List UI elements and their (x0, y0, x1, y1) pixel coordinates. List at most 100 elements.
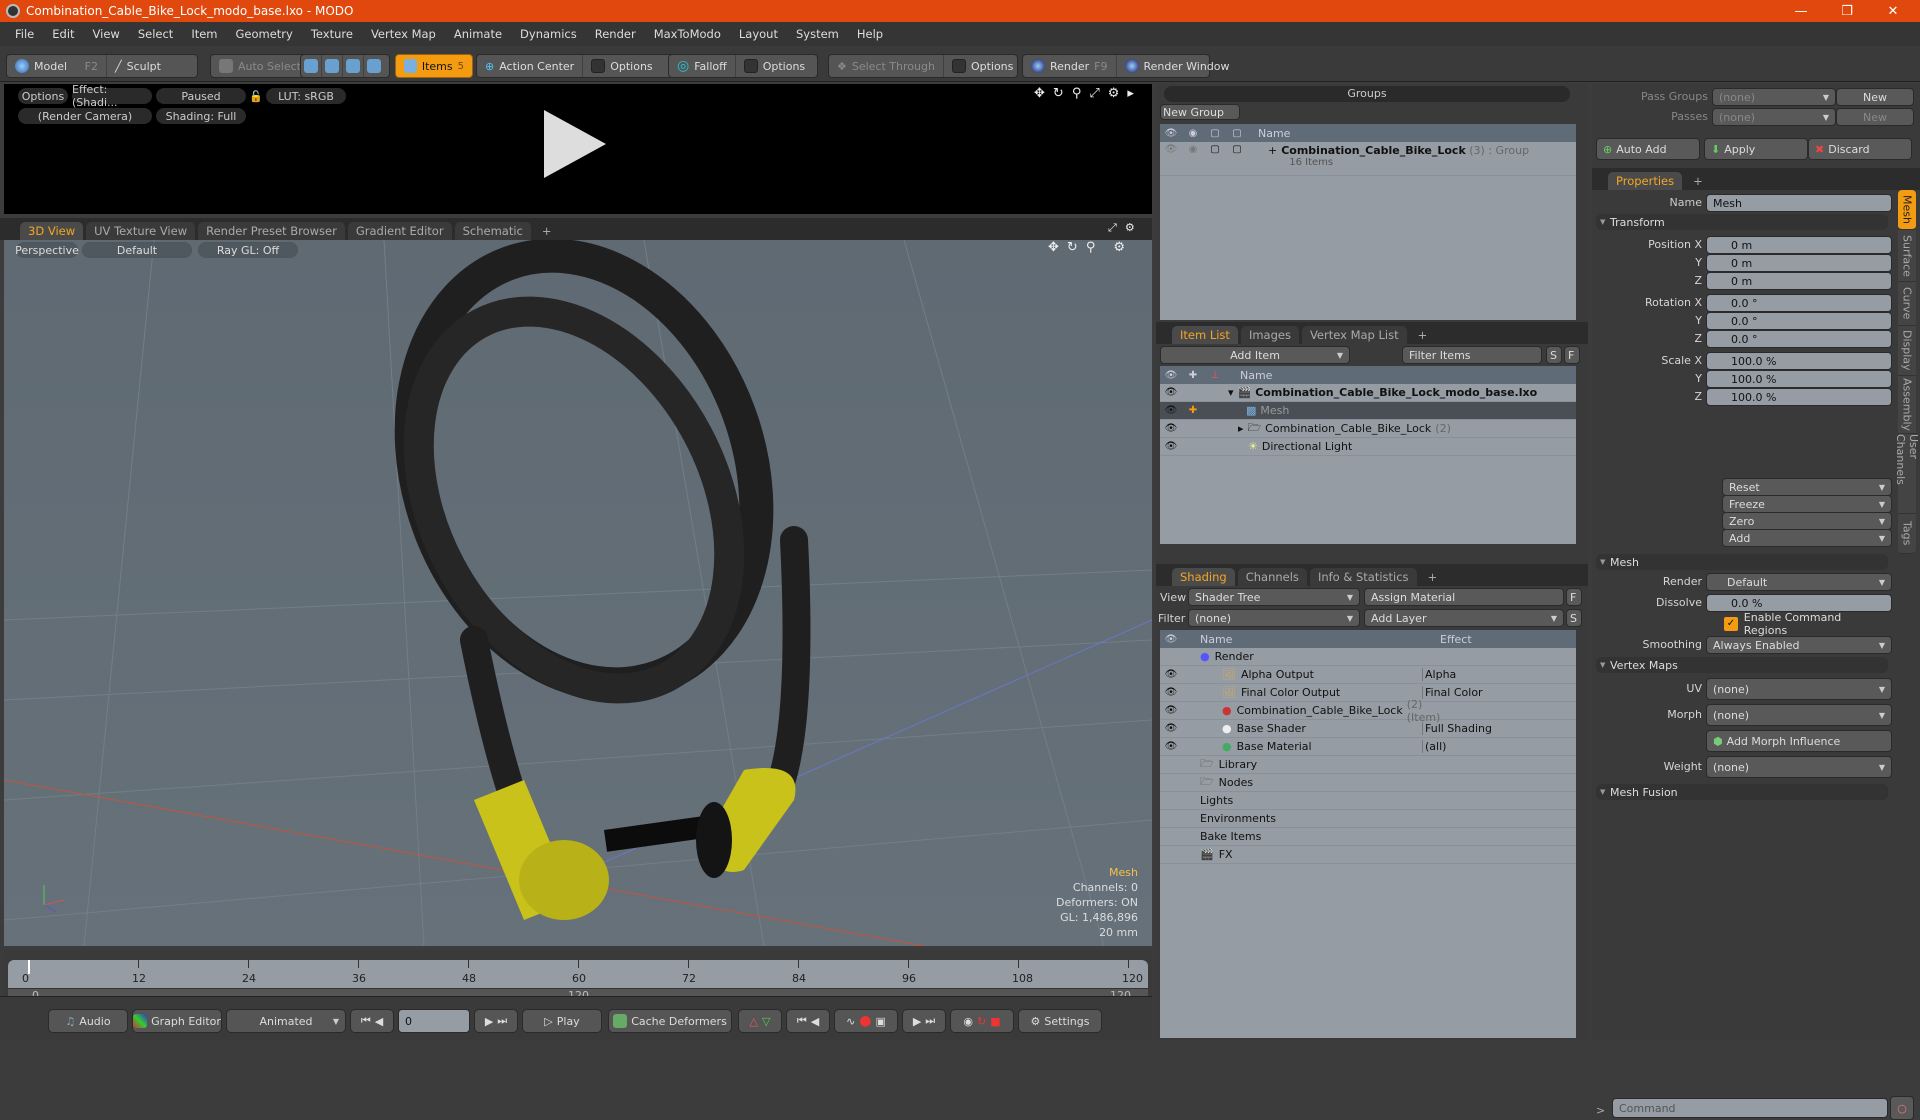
visibility-icon[interactable]: 👁 (1160, 423, 1182, 434)
position-y-input[interactable]: 0 m (1706, 254, 1892, 272)
discard-button[interactable]: ✖ Discard (1808, 138, 1912, 160)
frame-input[interactable]: 0 (398, 1009, 470, 1033)
key-down-icon[interactable]: ▽ (762, 1015, 770, 1028)
visibility-icon[interactable]: 👁 (1160, 669, 1182, 680)
restore-button[interactable]: ❐ (1824, 0, 1870, 22)
enable-command-regions-checkbox[interactable]: ✓ Enable Command Regions (1706, 611, 1892, 637)
expand-icon[interactable]: + (1268, 144, 1277, 157)
add-dropdown[interactable]: Add (1722, 529, 1892, 547)
rotate-icon[interactable]: ↻ (1053, 86, 1064, 101)
item-row[interactable]: 👁 ▾ 🎬 Combination_Cable_Bike_Lock_modo_base… (1160, 384, 1576, 402)
lut-dropdown[interactable]: LUT: sRGB (266, 88, 346, 104)
item-row-selected[interactable]: 👁 ✚ ▩ Mesh (1160, 402, 1576, 420)
visibility-icon[interactable]: 👁 (1160, 741, 1182, 752)
effect-dropdown[interactable]: Alpha (1422, 668, 1576, 681)
filter-dropdown[interactable]: (none) (1188, 609, 1360, 627)
key-up-icon[interactable]: △ (750, 1015, 758, 1028)
graph-editor-button[interactable]: Graph Editor (132, 1009, 222, 1033)
raygl-dropdown[interactable]: Ray GL: Off (198, 242, 298, 258)
side-tab-assembly[interactable]: Assembly (1898, 376, 1916, 434)
render-toggle-icon[interactable]: ◉ (1182, 144, 1204, 155)
rotate-icon[interactable]: ↻ (1067, 240, 1078, 255)
action-center-button[interactable]: ⊕ Action Center (477, 55, 584, 77)
visibility-icon[interactable]: 👁 (1160, 723, 1182, 734)
auto-key-icon[interactable]: ▣ (876, 1015, 886, 1028)
f-button[interactable]: F (1564, 346, 1580, 364)
menu-view[interactable]: View (84, 27, 129, 41)
shader-row[interactable]: 👁 ● Base Material (all) (1160, 738, 1576, 756)
minimize-button[interactable]: — (1778, 0, 1824, 22)
maximize-icon[interactable]: ⤢ (1089, 86, 1099, 101)
prev-key-icon[interactable]: ◀ (811, 1015, 819, 1028)
expand-arrow-icon[interactable]: ▸ (1127, 86, 1134, 101)
reset-dropdown[interactable]: Reset (1722, 478, 1892, 496)
preview-paused-button[interactable]: Paused (156, 88, 246, 104)
cache-deformers-button[interactable]: Cache Deformers (608, 1009, 732, 1033)
render-window-button[interactable]: Render Window (1117, 55, 1238, 77)
menu-vertex-map[interactable]: Vertex Map (362, 27, 445, 41)
tab-properties[interactable]: Properties (1608, 172, 1683, 190)
projection-dropdown[interactable]: Perspective (15, 242, 79, 258)
next-key-buttons[interactable]: ▶ ⏭ (902, 1009, 946, 1033)
rotation-z-input[interactable]: 0.0 ° (1706, 330, 1892, 348)
freeze-dropdown[interactable]: Freeze (1722, 495, 1892, 513)
last-key-icon[interactable]: ⏭ (925, 1014, 935, 1028)
name-input[interactable]: Mesh (1706, 194, 1892, 212)
key-tool-buttons[interactable]: ◉ ↻ ■ (950, 1009, 1014, 1033)
tab-channels[interactable]: Channels (1237, 568, 1307, 586)
add-morph-influence-button[interactable]: ⬢ Add Morph Influence (1706, 730, 1892, 752)
filter-items-input[interactable]: Filter Items (1402, 346, 1542, 364)
smoothing-dropdown[interactable]: Always Enabled (1706, 636, 1892, 654)
materials-mode-button[interactable] (364, 55, 384, 77)
tab-render-preset-browser[interactable]: Render Preset Browser (198, 222, 345, 240)
key-item-icon[interactable]: ◉ (963, 1015, 973, 1028)
shader-row[interactable]: 👁 ● Combination_Cable_Bike_Lock (2) (Item) (1160, 698, 1576, 724)
tab-schematic[interactable]: Schematic (454, 222, 531, 240)
rotation-x-input[interactable]: 0.0 ° (1706, 294, 1892, 312)
vertices-mode-button[interactable] (301, 55, 322, 77)
assign-material-button[interactable]: Assign Material (1364, 588, 1564, 606)
zoom-icon[interactable]: ⚲ (1086, 240, 1096, 255)
s-button[interactable]: S (1566, 609, 1582, 627)
shader-row[interactable]: 👁 🖼 Alpha Output Alpha (1160, 666, 1576, 684)
effect-dropdown[interactable]: Full Shading (1422, 722, 1576, 735)
first-key-icon[interactable]: ⏮ (797, 1014, 807, 1028)
items-mode-button[interactable]: Items 5 (395, 54, 473, 78)
vertex-maps-section[interactable]: Vertex Maps (1596, 657, 1888, 673)
menu-texture[interactable]: Texture (302, 27, 362, 41)
animated-dropdown[interactable]: Animated (226, 1009, 346, 1033)
polygons-mode-button[interactable] (343, 55, 364, 77)
shader-row[interactable]: 🗁 Nodes (1160, 774, 1576, 792)
zero-dropdown[interactable]: Zero (1722, 512, 1892, 530)
skip-end-icon[interactable]: ⏭ (497, 1014, 507, 1028)
render-dropdown[interactable]: Default (1706, 573, 1892, 591)
key-buttons[interactable]: △ ▽ (738, 1009, 782, 1033)
add-tab-button[interactable]: + (1410, 326, 1436, 344)
side-tab-user-channels[interactable]: User Channels (1894, 434, 1920, 514)
render-preview[interactable]: Options Effect: (Shadi... Paused 🔓 LUT: … (4, 83, 1152, 214)
timeline[interactable]: 01224364860728496108120 0 120 120 (4, 950, 1152, 1002)
position-z-input[interactable]: 0 m (1706, 272, 1892, 290)
menu-animate[interactable]: Animate (445, 27, 511, 41)
select-toggle[interactable]: ▢ (1226, 144, 1248, 155)
apply-button[interactable]: ⬇ Apply (1704, 138, 1808, 160)
auto-select-button[interactable]: Auto Select (211, 55, 309, 77)
render-button[interactable]: Render F9 (1023, 55, 1117, 77)
skip-to-start-buttons[interactable]: ⏮ ◀ (350, 1009, 394, 1033)
command-input[interactable]: Command (1612, 1098, 1888, 1118)
visibility-icon[interactable]: 👁 (1160, 387, 1182, 398)
preview-options-button[interactable]: Options (18, 88, 68, 104)
pan-icon[interactable]: ✥ (1034, 86, 1045, 101)
morph-dropdown[interactable]: (none) (1706, 704, 1892, 726)
play-icon[interactable] (544, 110, 606, 178)
shader-row[interactable]: Lights (1160, 792, 1576, 810)
new-group-button[interactable]: New Group (1160, 104, 1240, 120)
gear-icon[interactable]: ⚙ (1113, 240, 1125, 255)
view-style-dropdown[interactable]: Default (82, 242, 192, 258)
side-tab-mesh[interactable]: Mesh (1898, 190, 1916, 230)
tab-item-list[interactable]: Item List (1172, 326, 1238, 344)
position-x-input[interactable]: 0 m (1706, 236, 1892, 254)
uv-dropdown[interactable]: (none) (1706, 678, 1892, 700)
visibility-icon[interactable]: 👁 (1160, 705, 1182, 716)
timeline-ruler[interactable]: 0 12 24 36 48 60 72 84 96 108 120 (8, 960, 1148, 988)
